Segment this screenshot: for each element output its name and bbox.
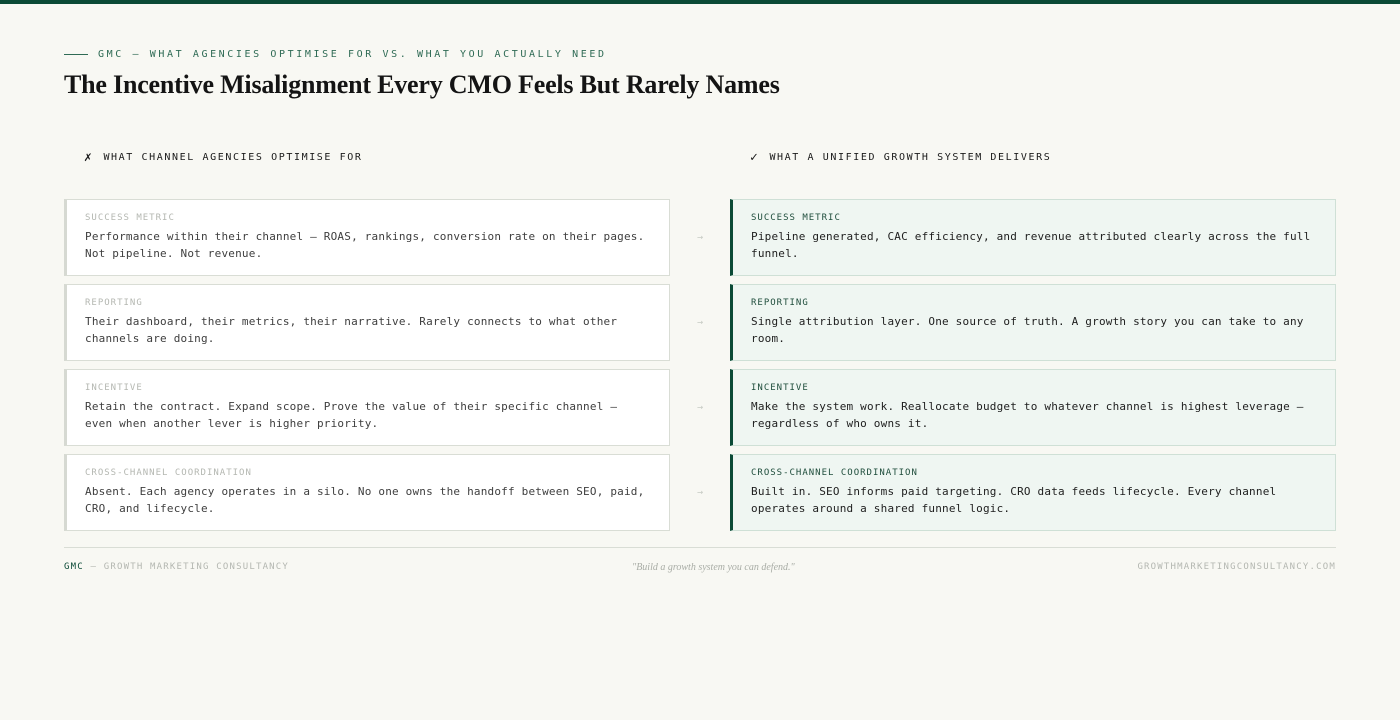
column-header-unified: ✓ WHAT A UNIFIED GROWTH SYSTEM DELIVERS xyxy=(750,150,1051,165)
comparison-row-incentive: INCENTIVE Retain the contract. Expand sc… xyxy=(64,369,1336,446)
footer-tagline: "Build a growth system you can defend." xyxy=(632,562,795,573)
row-label: SUCCESS METRIC xyxy=(751,213,841,223)
column-header-label: WHAT CHANNEL AGENCIES OPTIMISE FOR xyxy=(103,152,363,163)
eyebrow-text: GMC — WHAT AGENCIES OPTIMISE FOR VS. WHA… xyxy=(98,49,607,60)
row-label: REPORTING xyxy=(751,298,809,308)
footer-divider xyxy=(64,547,1336,548)
arrow-icon: → xyxy=(696,402,704,413)
check-icon: ✓ xyxy=(750,150,760,165)
row-text: Their dashboard, their metrics, their na… xyxy=(85,315,618,345)
page-title: The Incentive Misalignment Every CMO Fee… xyxy=(64,70,780,99)
comparison-row-success-metric: SUCCESS METRIC Performance within their … xyxy=(64,199,1336,276)
comparison-row-cross-channel: CROSS-CHANNEL COORDINATION Absent. Each … xyxy=(64,454,1336,531)
eyebrow-rule xyxy=(64,54,88,55)
comparison-row-reporting: REPORTING Their dashboard, their metrics… xyxy=(64,284,1336,361)
unified-cell: REPORTING Single attribution layer. One … xyxy=(730,284,1336,361)
agency-cell: SUCCESS METRIC Performance within their … xyxy=(64,199,670,276)
unified-cell: INCENTIVE Make the system work. Realloca… xyxy=(730,369,1336,446)
agency-cell: REPORTING Their dashboard, their metrics… xyxy=(64,284,670,361)
eyebrow: GMC — WHAT AGENCIES OPTIMISE FOR VS. WHA… xyxy=(64,49,607,60)
footer-brand: GMC — GROWTH MARKETING CONSULTANCY xyxy=(64,562,289,572)
agency-cell: INCENTIVE Retain the contract. Expand sc… xyxy=(64,369,670,446)
row-label: REPORTING xyxy=(85,298,143,308)
footer-url: GROWTHMARKETINGCONSULTANCY.COM xyxy=(1137,562,1336,572)
row-text: Make the system work. Reallocate budget … xyxy=(751,400,1304,430)
cross-icon: ✗ xyxy=(84,150,94,165)
row-label: INCENTIVE xyxy=(751,383,809,393)
arrow-icon: → xyxy=(696,232,704,243)
unified-cell: SUCCESS METRIC Pipeline generated, CAC e… xyxy=(730,199,1336,276)
comparison-table: SUCCESS METRIC Performance within their … xyxy=(64,199,1336,539)
footer-brand-name: GMC xyxy=(64,562,84,572)
row-text: Performance within their channel — ROAS,… xyxy=(85,230,645,260)
agency-cell: CROSS-CHANNEL COORDINATION Absent. Each … xyxy=(64,454,670,531)
row-label: INCENTIVE xyxy=(85,383,143,393)
row-text: Absent. Each agency operates in a silo. … xyxy=(85,485,645,515)
column-header-agencies: ✗ WHAT CHANNEL AGENCIES OPTIMISE FOR xyxy=(84,150,363,165)
unified-cell: CROSS-CHANNEL COORDINATION Built in. SEO… xyxy=(730,454,1336,531)
column-header-label: WHAT A UNIFIED GROWTH SYSTEM DELIVERS xyxy=(769,152,1052,163)
row-label: CROSS-CHANNEL COORDINATION xyxy=(85,468,252,478)
row-label: SUCCESS METRIC xyxy=(85,213,175,223)
footer-brand-suffix: — GROWTH MARKETING CONSULTANCY xyxy=(90,562,290,572)
row-text: Pipeline generated, CAC efficiency, and … xyxy=(751,230,1311,260)
row-text: Single attribution layer. One source of … xyxy=(751,315,1304,345)
row-text: Retain the contract. Expand scope. Prove… xyxy=(85,400,618,430)
arrow-icon: → xyxy=(696,487,704,498)
row-label: CROSS-CHANNEL COORDINATION xyxy=(751,468,918,478)
row-text: Built in. SEO informs paid targeting. CR… xyxy=(751,485,1277,515)
arrow-icon: → xyxy=(696,317,704,328)
